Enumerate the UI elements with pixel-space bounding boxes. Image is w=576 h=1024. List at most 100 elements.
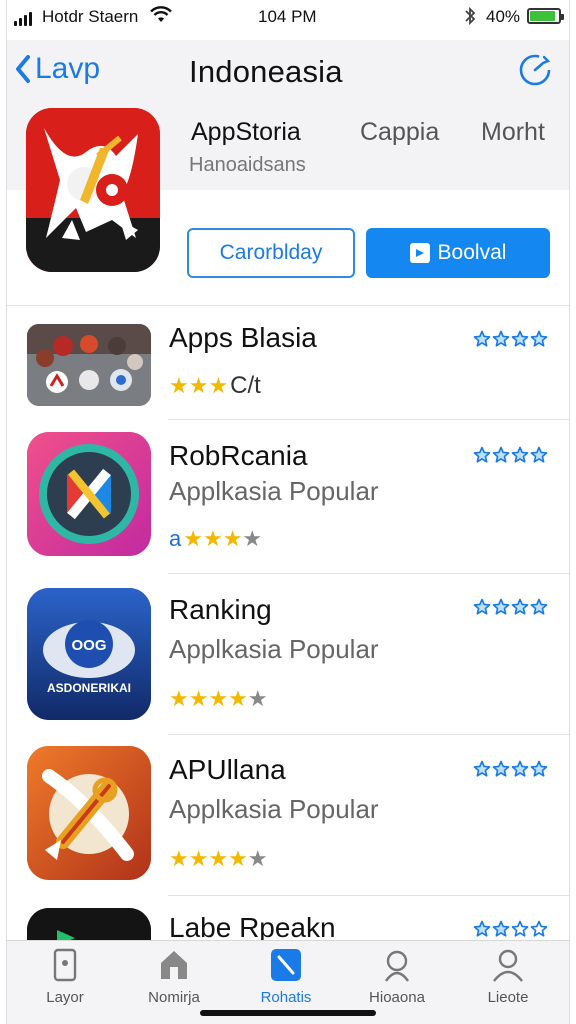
star-outline-icon: [530, 598, 548, 621]
featured-app-icon[interactable]: [26, 108, 160, 272]
divider: [168, 895, 569, 896]
app-name: APUllana: [169, 754, 286, 785]
chevron-left-icon: [16, 55, 30, 83]
rating-stars-outline: [473, 760, 548, 783]
secondary-action-button[interactable]: Carorblday: [187, 228, 355, 278]
tab-item[interactable]: Hioaona: [347, 947, 447, 1006]
star-outline-icon: [473, 598, 491, 621]
rating-stars-outline: [473, 598, 548, 621]
app-icon: OOG ASDONERIKAI: [27, 588, 151, 720]
star-empty-icon: ★: [247, 846, 268, 871]
download-button[interactable]: Boolval: [366, 228, 550, 278]
star-icon: ★★★★: [169, 846, 248, 871]
refresh-icon[interactable]: [517, 52, 553, 93]
download-button-label: Boolval: [437, 241, 507, 264]
star-outline-icon: [511, 920, 529, 940]
tab-morht[interactable]: Morht: [481, 118, 545, 147]
signal-icon: [14, 12, 32, 26]
rating-prefix: a: [169, 526, 182, 551]
app-icon: [27, 324, 151, 406]
tab-appstoria[interactable]: AppStoria: [191, 118, 301, 147]
download-icon: [409, 243, 430, 263]
icon-wordmark: ASDONERIKAI: [47, 681, 131, 695]
search-icon: [385, 950, 409, 982]
icon-badge-text: OOG: [71, 637, 106, 654]
rating-text: C/t: [230, 372, 261, 399]
phone-icon: [53, 948, 77, 982]
star-outline-icon: [511, 598, 529, 621]
tab-cappia[interactable]: Cappia: [360, 118, 439, 147]
bluetooth-icon: [463, 5, 477, 32]
star-icon: ★★★: [183, 526, 243, 551]
tab-item[interactable]: Layor: [15, 947, 115, 1006]
navigation-bar: Lavp Indoneasia: [7, 40, 569, 104]
app-icon: [27, 908, 151, 940]
star-outline-icon: [511, 330, 529, 353]
divider: [168, 573, 569, 574]
wifi-icon: [150, 6, 172, 29]
star-icon: ★★★: [169, 373, 229, 398]
app-rating: a ★★★ ★: [169, 526, 262, 552]
app-category: Applkasia Popular: [169, 476, 379, 506]
tab-item[interactable]: Lieote: [458, 947, 558, 1006]
tab-label: Rohatis: [260, 989, 312, 1006]
star-empty-icon: ★: [242, 526, 263, 551]
star-outline-icon: [530, 920, 548, 940]
battery-icon: [527, 8, 564, 24]
tab-label: Lieote: [487, 989, 529, 1006]
tab-label: Layor: [46, 989, 84, 1006]
battery-fill: [530, 11, 556, 21]
app-name: Ranking: [169, 594, 272, 625]
home-icon: [161, 951, 187, 979]
tab-item[interactable]: Rohatis: [236, 947, 336, 1006]
star-outline-icon: [492, 920, 510, 940]
app-category: Applkasia Popular: [169, 634, 379, 664]
list-item[interactable]: Labe Rpeakn: [7, 908, 569, 940]
divider: [168, 419, 569, 420]
app-icon: [27, 432, 151, 556]
rating-stars-outline: [473, 330, 548, 353]
star-outline-icon: [492, 446, 510, 469]
back-button[interactable]: Lavp: [15, 52, 100, 86]
star-outline-icon: [492, 330, 510, 353]
home-indicator: [200, 1010, 376, 1016]
profile-icon: [493, 949, 523, 982]
back-label: Lavp: [35, 52, 101, 85]
star-outline-icon: [511, 446, 529, 469]
star-outline-icon: [473, 330, 491, 353]
star-outline-icon: [473, 760, 491, 783]
star-outline-icon: [530, 760, 548, 783]
list-item[interactable]: APUllana Applkasia Popular ★★★★ ★: [7, 746, 569, 892]
app-rating: ★★★ C/t: [169, 372, 261, 400]
tab-label: Nomirja: [148, 989, 200, 1006]
app-category: Applkasia Popular: [169, 794, 379, 824]
star-empty-icon: ★: [247, 686, 268, 711]
rating-stars-outline: [473, 920, 548, 940]
status-bar: Hotdr Staern 104 PM 40%: [0, 0, 576, 34]
star-outline-icon: [511, 760, 529, 783]
star-outline-icon: [530, 330, 548, 353]
list-item[interactable]: OOG ASDONERIKAI Ranking Applkasia Popula…: [7, 588, 569, 734]
app-name: Labe Rpeakn: [169, 912, 336, 940]
app-name: Apps Blasia: [169, 322, 317, 353]
carrier-label: Hotdr Staern: [42, 7, 139, 26]
page-title: Indoneasia: [189, 54, 343, 89]
tab-label: Hioaona: [369, 989, 425, 1006]
star-outline-icon: [492, 598, 510, 621]
star-outline-icon: [492, 760, 510, 783]
app-name: RobRcania: [169, 440, 308, 471]
rankings-icon: [271, 949, 301, 981]
tab-item[interactable]: Nomirja: [124, 947, 224, 1006]
app-rating: ★★★★ ★: [169, 846, 268, 872]
divider: [168, 734, 569, 735]
app-rating: ★★★★ ★: [169, 686, 268, 712]
rating-stars-outline: [473, 446, 548, 469]
status-time: 104 PM: [258, 7, 317, 26]
list-item[interactable]: Apps Blasia ★★★ C/t: [7, 322, 569, 420]
header-subtitle: Hanoaidsans: [189, 154, 306, 176]
list-item[interactable]: RobRcania Applkasia Popular a ★★★ ★: [7, 432, 569, 572]
divider: [7, 305, 569, 306]
star-icon: ★★★★: [169, 686, 248, 711]
battery-percent: 40%: [486, 7, 521, 26]
app-icon: [27, 746, 151, 880]
